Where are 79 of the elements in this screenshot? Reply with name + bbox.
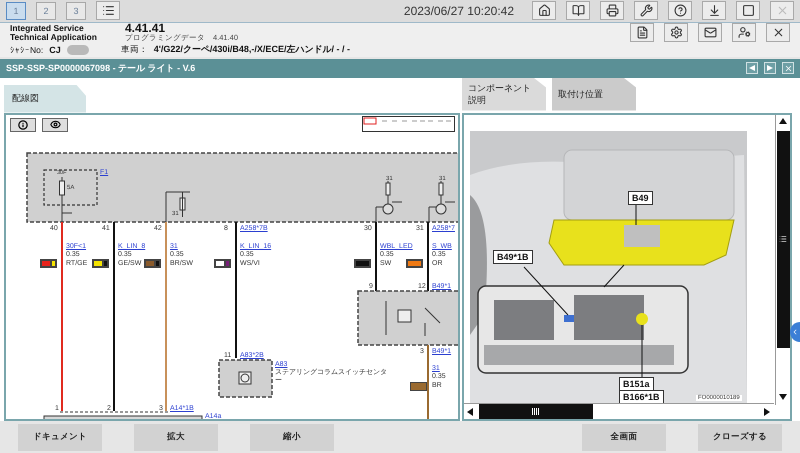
close-icon xyxy=(772,26,784,40)
redaction-mark xyxy=(66,44,89,55)
user-settings-button[interactable] xyxy=(732,23,756,42)
vehicle-label: 車両： xyxy=(120,44,148,56)
view-tab[interactable]: コンポーネント説明 xyxy=(462,78,546,111)
triangle-right-icon xyxy=(764,408,772,416)
vin-value: CJ xyxy=(49,44,61,55)
mail-button[interactable] xyxy=(698,23,722,42)
download-icon xyxy=(708,4,720,18)
user-settings-icon xyxy=(738,26,750,40)
vertical-scrollbar[interactable] xyxy=(775,114,790,405)
document-icon xyxy=(636,26,648,40)
wrench-button[interactable] xyxy=(634,1,658,20)
list-icon xyxy=(102,4,114,18)
triangle-right-icon xyxy=(767,65,773,72)
action-button[interactable]: 縮小 xyxy=(250,424,334,451)
action-button[interactable]: ドキュメント xyxy=(18,424,102,451)
home-icon xyxy=(538,4,550,18)
leader-line xyxy=(524,266,568,316)
eye-icon xyxy=(50,119,60,130)
component-callout: B49 xyxy=(628,190,653,205)
mail-icon xyxy=(704,26,716,40)
app-name: Integrated Service Technical Application xyxy=(10,24,98,42)
component-callout: B151a xyxy=(619,376,654,391)
settings-icon xyxy=(670,26,682,40)
wrench-icon xyxy=(640,4,652,18)
vehicle-value: 4'/G22/クーペ/430i/B48,-/X/ECE/左ハンドル/ - / - xyxy=(154,43,350,56)
action-button[interactable]: 全画面 xyxy=(582,424,666,451)
close-icon xyxy=(776,4,788,18)
leader-line xyxy=(604,264,624,288)
view-button[interactable] xyxy=(42,118,68,132)
printer-icon xyxy=(606,4,618,18)
help-icon xyxy=(674,4,686,18)
scroll-thumb[interactable] xyxy=(479,404,593,420)
triangle-down-icon xyxy=(779,394,787,402)
info-button[interactable] xyxy=(10,118,36,132)
view-tab[interactable]: 取付け位置 xyxy=(552,78,636,111)
close-button[interactable] xyxy=(766,23,790,42)
steering-wheel-icon xyxy=(238,371,252,384)
transistor-symbol xyxy=(376,180,402,222)
document-title: SSP-SSP-SP0000067098 - テール ライト - V.6 xyxy=(6,62,196,75)
help-button[interactable] xyxy=(668,1,692,20)
vin-label: ｼｬｼｰNo: xyxy=(10,44,44,55)
printer-button[interactable] xyxy=(600,1,624,20)
fuse-symbol xyxy=(59,176,72,222)
triangle-up-icon xyxy=(779,118,787,126)
grip-icon xyxy=(779,235,787,244)
previous-button[interactable] xyxy=(746,62,758,74)
book-button[interactable] xyxy=(566,1,590,20)
view-tab[interactable]: 配線図 xyxy=(4,84,86,113)
overview-map-drawing[interactable] xyxy=(362,116,455,132)
home-button[interactable] xyxy=(532,1,556,20)
switch-symbol xyxy=(386,300,440,336)
resistor-symbol xyxy=(166,191,190,222)
connector-callout: B166*1B xyxy=(619,390,664,404)
list-button[interactable] xyxy=(96,1,120,20)
settings-button[interactable] xyxy=(664,23,688,42)
grip-icon xyxy=(532,408,540,416)
triangle-left-icon xyxy=(749,65,755,72)
window-icon xyxy=(742,4,754,18)
action-button[interactable]: 拡大 xyxy=(134,424,218,451)
book-icon xyxy=(572,4,584,18)
steering-module-outline xyxy=(218,358,273,398)
transistor-symbol xyxy=(428,180,456,222)
window-button[interactable] xyxy=(736,1,760,20)
download-button[interactable] xyxy=(702,1,726,20)
info-icon xyxy=(18,120,28,130)
close-icon xyxy=(784,64,792,73)
next-button[interactable] xyxy=(764,62,776,74)
scroll-thumb[interactable] xyxy=(776,130,790,348)
triangle-left-icon xyxy=(466,408,474,416)
fuse-outline xyxy=(43,168,98,206)
action-button[interactable]: クローズする xyxy=(698,424,782,451)
document-button[interactable] xyxy=(630,23,654,42)
horizontal-scrollbar[interactable] xyxy=(464,403,774,420)
app-version: 4.41.41 xyxy=(125,24,166,33)
chevron-left-icon xyxy=(791,328,799,336)
connector-callout: B49*1B xyxy=(493,250,533,264)
date-time: 2023/06/27 10:20:42 xyxy=(404,4,514,18)
